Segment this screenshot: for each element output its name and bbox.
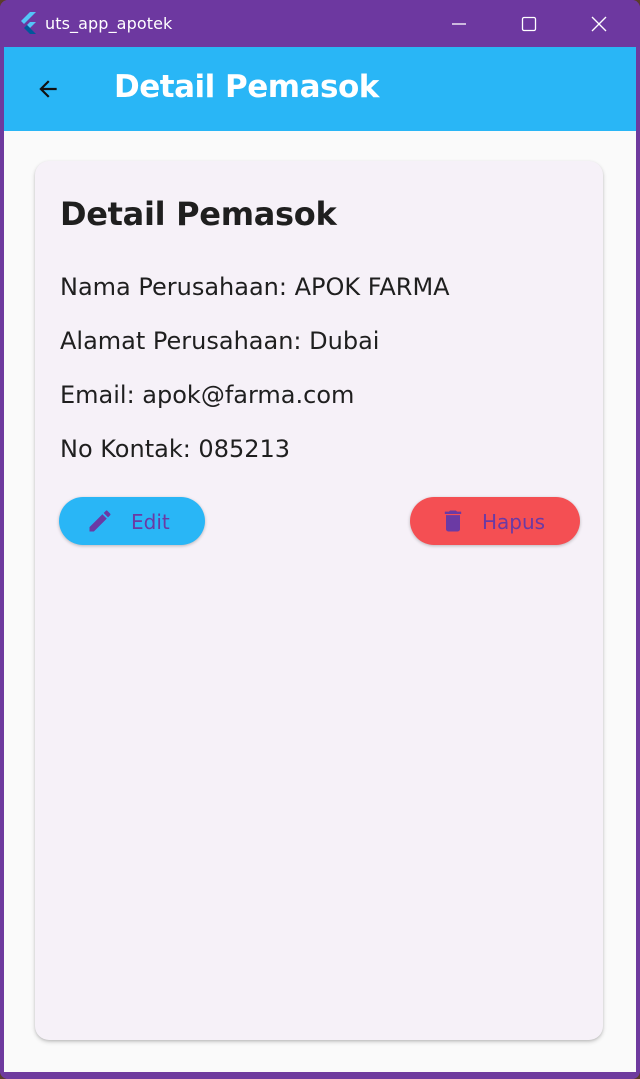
flutter-logo-icon <box>21 12 36 34</box>
page-body: Detail Pemasok Nama Perusahaan: APOK FAR… <box>4 131 636 1072</box>
company-address-text: Alamat Perusahaan: Dubai <box>60 327 380 355</box>
edit-button[interactable]: Edit <box>59 497 205 545</box>
email-text: Email: apok@farma.com <box>60 381 355 409</box>
app-bar: Detail Pemasok <box>4 47 636 131</box>
close-button[interactable] <box>564 0 634 47</box>
pencil-icon <box>89 510 111 532</box>
trash-icon <box>444 510 462 532</box>
window-titlebar: uts_app_apotek <box>0 0 640 47</box>
minimize-button[interactable] <box>424 0 494 47</box>
close-icon <box>591 16 607 31</box>
page-title: Detail Pemasok <box>114 69 379 105</box>
edit-button-label: Edit <box>131 510 170 534</box>
maximize-button[interactable] <box>494 0 564 47</box>
back-button[interactable] <box>26 67 70 111</box>
arrow-left-icon <box>39 80 57 98</box>
minimize-icon <box>452 22 466 25</box>
company-name-text: Nama Perusahaan: APOK FARMA <box>60 273 450 301</box>
delete-button-label: Hapus <box>482 510 546 534</box>
contact-number-text: No Kontak: 085213 <box>60 435 291 463</box>
app-window: uts_app_apotek Detail Pemasok Detail Pem… <box>0 0 640 1079</box>
delete-button[interactable]: Hapus <box>410 497 580 545</box>
card-title: Detail Pemasok <box>60 195 337 233</box>
maximize-icon <box>521 16 537 31</box>
window-title: uts_app_apotek <box>45 14 173 33</box>
supplier-detail-card: Detail Pemasok Nama Perusahaan: APOK FAR… <box>35 161 603 1040</box>
window-bottom-border <box>0 1072 640 1079</box>
